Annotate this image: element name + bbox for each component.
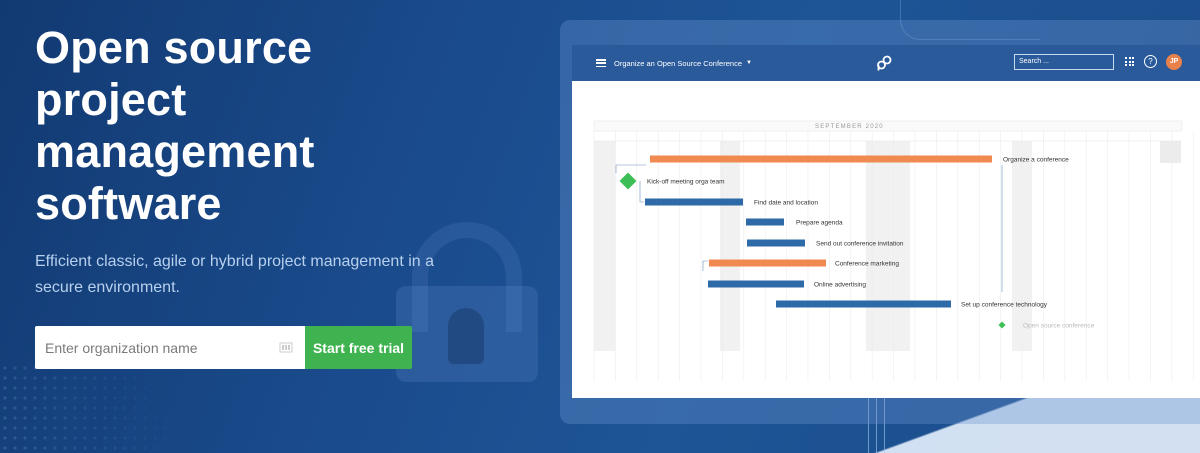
gantt-task-label: Set up conference technology bbox=[961, 302, 1048, 309]
gantt-task-bar[interactable] bbox=[645, 198, 743, 206]
gantt-task-label: Organize a conference bbox=[1003, 157, 1069, 164]
gantt-chart: SEPTEMBER 2020 Organize a conference Kick… bbox=[593, 120, 1194, 381]
gantt-task-label: Find date and location bbox=[754, 200, 818, 207]
search-input[interactable]: Search ... bbox=[1014, 54, 1114, 70]
app-header: Organize an Open Source Conference ▼ Sea… bbox=[572, 45, 1200, 81]
organization-name-input[interactable] bbox=[35, 326, 305, 369]
gantt-dependency-line bbox=[615, 164, 646, 173]
start-free-trial-button[interactable]: Start free trial bbox=[305, 326, 412, 369]
gantt-task-label: Prepare agenda bbox=[796, 220, 843, 227]
gantt-milestone[interactable] bbox=[998, 321, 1006, 329]
gantt-task-label: Kick-off meeting orga team bbox=[647, 179, 725, 186]
gantt-task-bar[interactable] bbox=[708, 280, 804, 288]
gantt-weekend-column bbox=[720, 141, 740, 351]
gantt-dependency-line bbox=[702, 260, 708, 271]
signup-form: Start free trial bbox=[35, 326, 412, 369]
gantt-milestone[interactable] bbox=[619, 172, 637, 190]
openproject-logo-icon bbox=[877, 55, 892, 71]
gantt-weekend-column bbox=[1160, 141, 1181, 163]
user-avatar[interactable]: JP bbox=[1166, 54, 1182, 70]
gantt-weekend-column bbox=[594, 141, 615, 351]
gantt-task-label: Open source conference bbox=[1023, 323, 1095, 330]
gantt-task-bar[interactable] bbox=[776, 300, 951, 308]
gantt-task-label: Conference marketing bbox=[835, 261, 899, 268]
hero-title: Open source project management software bbox=[35, 22, 315, 229]
organization-field-wrapper bbox=[35, 326, 305, 369]
gantt-task-label: Online advertising bbox=[814, 282, 866, 289]
keyhole-icon bbox=[448, 308, 484, 364]
gantt-day-columns bbox=[593, 131, 1194, 381]
dot-pattern-decoration bbox=[0, 363, 220, 453]
gantt-task-bar[interactable] bbox=[746, 218, 784, 226]
gantt-task-bar[interactable] bbox=[747, 239, 805, 247]
app-screenshot: Organize an Open Source Conference ▼ Sea… bbox=[572, 45, 1200, 398]
hamburger-menu-icon[interactable] bbox=[596, 59, 606, 67]
hero-subtitle: Efficient classic, agile or hybrid proje… bbox=[35, 253, 435, 296]
autofill-icon bbox=[279, 342, 293, 353]
project-selector[interactable]: Organize an Open Source Conference bbox=[614, 59, 742, 68]
gantt-month-header bbox=[593, 120, 1183, 132]
gantt-task-label: Send out conference invitation bbox=[816, 241, 904, 248]
modules-grid-icon[interactable] bbox=[1125, 57, 1134, 66]
gantt-summary-bar[interactable] bbox=[709, 259, 826, 267]
help-icon[interactable]: ? bbox=[1144, 55, 1157, 68]
gantt-summary-bar[interactable] bbox=[650, 155, 992, 163]
gantt-month-label: SEPTEMBER 2020 bbox=[815, 124, 884, 130]
caret-down-icon[interactable]: ▼ bbox=[746, 60, 752, 66]
gantt-dependency-line bbox=[639, 181, 644, 203]
